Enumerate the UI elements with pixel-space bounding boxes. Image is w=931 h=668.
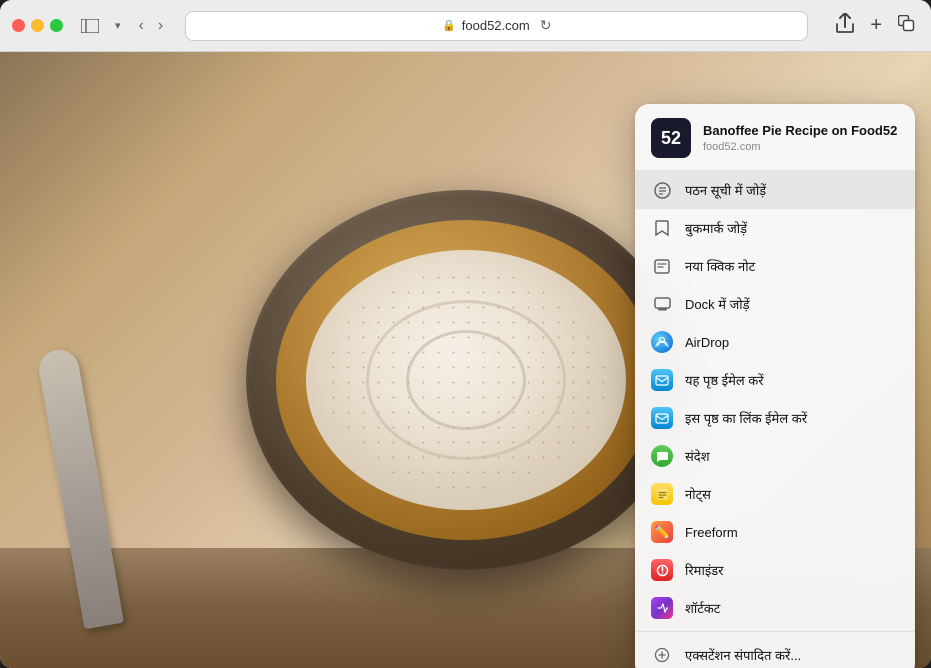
menu-header: 52 Banoffee Pie Recipe on Food52 food52.… — [635, 104, 915, 171]
menu-item-extension[interactable]: एक्सटेंशन संपादित करें... — [635, 636, 915, 668]
menu-item-messages[interactable]: संदेश — [635, 437, 915, 475]
menu-item-label-quicknote: नया क्विक नोट — [685, 257, 755, 275]
menu-item-shortcuts[interactable]: शॉर्टकट — [635, 589, 915, 627]
forward-button[interactable]: › — [152, 13, 169, 39]
menu-item-label-mail-page: यह पृष्ठ ईमेल करें — [685, 371, 764, 389]
site-title: Banoffee Pie Recipe on Food52 — [703, 123, 899, 140]
menu-item-airdrop[interactable]: AirDrop — [635, 323, 915, 361]
sidebar-chevron-button[interactable]: ▾ — [111, 15, 125, 36]
address-bar[interactable]: 🔒 food52.com ↻ — [185, 11, 808, 41]
back-button[interactable]: ‹ — [133, 13, 150, 39]
menu-divider-extension — [635, 631, 915, 632]
content-area: 52 Banoffee Pie Recipe on Food52 food52.… — [0, 52, 931, 668]
menu-item-notes[interactable]: नोट्स — [635, 475, 915, 513]
browser-window: ▾ ‹ › 🔒 food52.com ↻ + — [0, 0, 931, 668]
menu-item-label-airdrop: AirDrop — [685, 335, 729, 350]
menu-item-label-freeform: Freeform — [685, 525, 738, 540]
freeform-icon: ✏️ — [651, 521, 673, 543]
messages-icon — [651, 445, 673, 467]
menu-item-label-reading-list: पठन सूची में जोड़ें — [685, 181, 766, 199]
toolbar-actions: + — [832, 9, 919, 42]
menu-item-reminders[interactable]: रिमाइंडर — [635, 551, 915, 589]
dock-icon — [651, 293, 673, 315]
sidebar-toggle-button[interactable] — [77, 15, 103, 37]
minimize-button[interactable] — [31, 19, 44, 32]
close-button[interactable] — [12, 19, 25, 32]
share-menu: 52 Banoffee Pie Recipe on Food52 food52.… — [635, 104, 915, 668]
maximize-button[interactable] — [50, 19, 63, 32]
menu-items-list: पठन सूची में जोड़ें बुकमार्क जोड़ें नया क्… — [635, 171, 915, 668]
menu-item-freeform[interactable]: ✏️ Freeform — [635, 513, 915, 551]
quicknote-icon — [651, 255, 673, 277]
menu-item-label-messages: संदेश — [685, 447, 710, 465]
menu-item-bookmark[interactable]: बुकमार्क जोड़ें — [635, 209, 915, 247]
site-url: food52.com — [703, 141, 899, 153]
reminders-icon — [651, 559, 673, 581]
menu-item-mail-link[interactable]: इस पृष्ठ का लिंक ईमेल करें — [635, 399, 915, 437]
menu-item-reading-list[interactable]: पठन सूची में जोड़ें — [635, 171, 915, 209]
traffic-lights — [12, 19, 63, 32]
menu-item-label-dock: Dock में जोड़ें — [685, 295, 750, 313]
tabs-button[interactable] — [894, 11, 919, 41]
menu-item-label-notes: नोट्स — [685, 485, 711, 503]
menu-item-label-reminders: रिमाइंडर — [685, 561, 723, 579]
menu-item-dock[interactable]: Dock में जोड़ें — [635, 285, 915, 323]
shortcuts-icon — [651, 597, 673, 619]
site-info: Banoffee Pie Recipe on Food52 food52.com — [703, 123, 899, 153]
new-tab-button[interactable]: + — [866, 10, 886, 41]
menu-item-mail-page[interactable]: यह पृष्ठ ईमेल करें — [635, 361, 915, 399]
lock-icon: 🔒 — [442, 19, 456, 32]
refresh-button[interactable]: ↻ — [540, 17, 552, 34]
airdrop-icon — [651, 331, 673, 353]
share-button[interactable] — [832, 9, 858, 42]
menu-item-label-extension: एक्सटेंशन संपादित करें... — [685, 646, 801, 664]
toolbar: ▾ ‹ › 🔒 food52.com ↻ + — [0, 0, 931, 52]
notes-icon — [651, 483, 673, 505]
extension-icon — [651, 644, 673, 666]
nav-group: ‹ › — [133, 13, 170, 39]
menu-item-quicknote[interactable]: नया क्विक नोट — [635, 247, 915, 285]
menu-item-label-mail-link: इस पृष्ठ का लिंक ईमेल करें — [685, 409, 807, 427]
menu-item-label-bookmark: बुकमार्क जोड़ें — [685, 219, 747, 237]
bookmark-icon — [651, 217, 673, 239]
url-text: food52.com — [462, 18, 530, 33]
mail-link-icon — [651, 407, 673, 429]
menu-item-label-shortcuts: शॉर्टकट — [685, 599, 720, 617]
mail-page-icon — [651, 369, 673, 391]
site-logo: 52 — [651, 118, 691, 158]
reading-list-icon — [651, 179, 673, 201]
